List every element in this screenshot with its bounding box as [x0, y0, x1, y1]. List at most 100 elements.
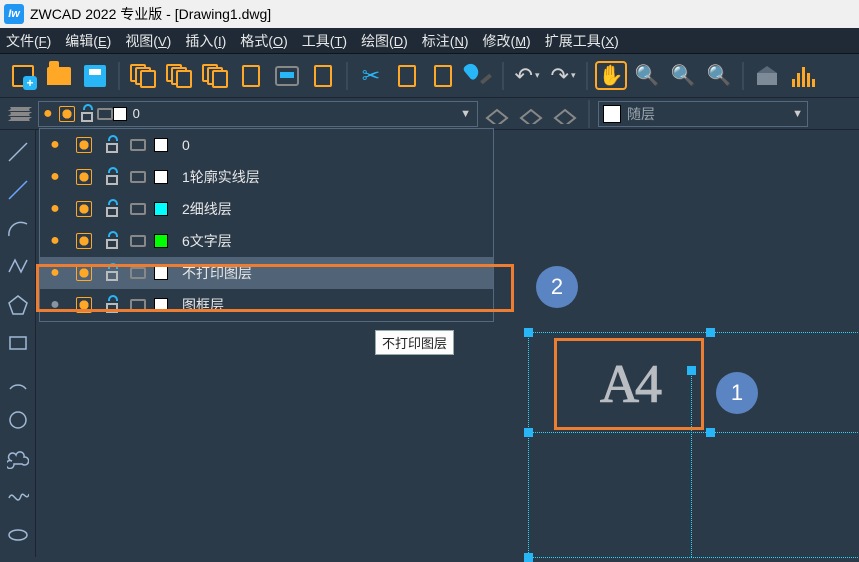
freeze-icon[interactable] — [76, 137, 92, 153]
bulb-on-icon[interactable]: ● — [44, 264, 62, 282]
ellipse-tool[interactable] — [5, 523, 31, 547]
lock-icon[interactable] — [106, 233, 122, 249]
layer-color-swatch[interactable] — [154, 138, 168, 152]
zoom-realtime-button[interactable]: 🔍 — [630, 59, 664, 93]
layer-selector[interactable]: ● 0 ▼ ● 0 ● 1轮廓实线层 — [38, 101, 478, 127]
menu-dimension[interactable]: 标注(N) — [422, 31, 469, 51]
paste-button[interactable] — [426, 59, 460, 93]
layer-color-swatch[interactable] — [154, 234, 168, 248]
layer-item-frame[interactable]: ● 图框层 — [40, 289, 493, 321]
lock-icon[interactable] — [106, 169, 122, 185]
lock-icon[interactable] — [106, 265, 122, 281]
copy-button[interactable] — [390, 59, 424, 93]
bulb-on-icon[interactable]: ● — [44, 136, 62, 154]
clipboard-icon — [434, 65, 452, 87]
selection-handle[interactable] — [524, 553, 533, 562]
print-flag-icon[interactable] — [130, 235, 146, 247]
revision-cloud-tool[interactable] — [5, 446, 31, 470]
open-button[interactable] — [42, 59, 76, 93]
print-button[interactable] — [270, 59, 304, 93]
menu-modify[interactable]: 修改(M) — [483, 31, 531, 51]
arc-2-tool[interactable] — [5, 370, 31, 394]
layer-item-noprint[interactable]: ● 不打印图层 — [40, 257, 493, 289]
bulb-on-icon[interactable]: ● — [44, 168, 62, 186]
undo-button[interactable]: ↶▾ — [510, 59, 544, 93]
save-all-button[interactable] — [126, 59, 160, 93]
menu-draw[interactable]: 绘图(D) — [361, 31, 408, 51]
menu-extension[interactable]: 扩展工具(X) — [545, 31, 619, 51]
line-tool[interactable] — [5, 140, 31, 164]
layer-properties-button[interactable] — [6, 103, 34, 125]
freeze-icon[interactable] — [76, 201, 92, 217]
layer-item-thin[interactable]: ● 2细线层 — [40, 193, 493, 225]
cut-button[interactable]: ✂ — [354, 59, 388, 93]
layer-color-swatch[interactable] — [154, 170, 168, 184]
standard-toolbar: + ✂ ↶▾ ↷▾ ✋ 🔍 🔍 🔍 — [0, 54, 859, 98]
color-bylayer-swatch — [603, 105, 621, 123]
lock-icon[interactable] — [106, 137, 122, 153]
selection-handle[interactable] — [524, 428, 533, 437]
print-flag-icon[interactable] — [130, 139, 146, 151]
menu-view[interactable]: 视图(V) — [125, 31, 171, 51]
print-flag-icon[interactable] — [130, 171, 146, 183]
arc-tool[interactable] — [5, 217, 31, 241]
menu-tools[interactable]: 工具(T) — [302, 31, 347, 51]
construction-line-tool[interactable] — [5, 178, 31, 202]
freeze-icon[interactable] — [76, 265, 92, 281]
selection-handle[interactable] — [706, 328, 715, 337]
layer-color-swatch[interactable] — [154, 202, 168, 216]
layer-color-swatch[interactable] — [154, 266, 168, 280]
freeze-icon[interactable] — [76, 297, 92, 313]
lock-icon[interactable] — [106, 201, 122, 217]
bulb-on-icon[interactable]: ● — [44, 200, 62, 218]
menu-format[interactable]: 格式(O) — [240, 31, 287, 51]
magnify-icon: 🔍 — [635, 63, 660, 88]
bulb-off-icon[interactable]: ● — [44, 296, 62, 314]
more-sheets-button[interactable] — [198, 59, 232, 93]
layer-item-label: 6文字层 — [182, 231, 232, 251]
zoom-window-button[interactable]: 🔍 — [666, 59, 700, 93]
color-selector-label: 随层 — [627, 104, 655, 124]
freeze-icon[interactable] — [76, 233, 92, 249]
polyline-tool[interactable] — [5, 255, 31, 279]
menu-edit[interactable]: 编辑(E) — [65, 31, 111, 51]
freeze-icon[interactable] — [76, 169, 92, 185]
plot-preview-button[interactable] — [306, 59, 340, 93]
layer-tool-button-2[interactable] — [516, 103, 546, 125]
layer-color-swatch[interactable] — [154, 298, 168, 312]
layer-dropdown: ● 0 ● 1轮廓实线层 ● 2细线层 — [39, 128, 494, 322]
spline-tool[interactable] — [5, 484, 31, 508]
print-flag-icon[interactable] — [130, 203, 146, 215]
selection-handle[interactable] — [706, 428, 715, 437]
lock-icon[interactable] — [106, 297, 122, 313]
print-flag-icon[interactable] — [130, 299, 146, 311]
menu-file[interactable]: 文件(F) — [6, 31, 51, 51]
clipboard-icon — [398, 65, 416, 87]
match-properties-button[interactable] — [462, 59, 496, 93]
print-flag-icon[interactable] — [130, 267, 146, 279]
layer-tool-button-1[interactable] — [482, 103, 512, 125]
layer-item-0[interactable]: ● 0 — [40, 129, 493, 161]
layer-item-text[interactable]: ● 6文字层 — [40, 225, 493, 257]
app-logo-icon: Iw — [4, 4, 24, 24]
export-button[interactable] — [234, 59, 268, 93]
zoom-previous-button[interactable]: 🔍 — [702, 59, 736, 93]
circle-tool[interactable] — [5, 408, 31, 432]
new-button[interactable]: + — [6, 59, 40, 93]
view-3d-button[interactable] — [750, 59, 784, 93]
sheets-button[interactable] — [162, 59, 196, 93]
bulb-on-icon[interactable]: ● — [44, 232, 62, 250]
layer-item-outline[interactable]: ● 1轮廓实线层 — [40, 161, 493, 193]
polygon-tool[interactable] — [5, 293, 31, 317]
stack-icon — [202, 64, 228, 88]
layer-tool-button-3[interactable] — [550, 103, 580, 125]
properties-panel-button[interactable] — [786, 59, 820, 93]
rectangle-tool[interactable] — [5, 331, 31, 355]
save-button[interactable] — [78, 59, 112, 93]
pan-button[interactable]: ✋ — [594, 59, 628, 93]
redo-button[interactable]: ↷▾ — [546, 59, 580, 93]
selection-handle[interactable] — [524, 328, 533, 337]
color-selector[interactable]: 随层 ▼ — [598, 101, 808, 127]
menu-insert[interactable]: 插入(I) — [185, 31, 226, 51]
doc-arrow-icon — [242, 65, 260, 87]
